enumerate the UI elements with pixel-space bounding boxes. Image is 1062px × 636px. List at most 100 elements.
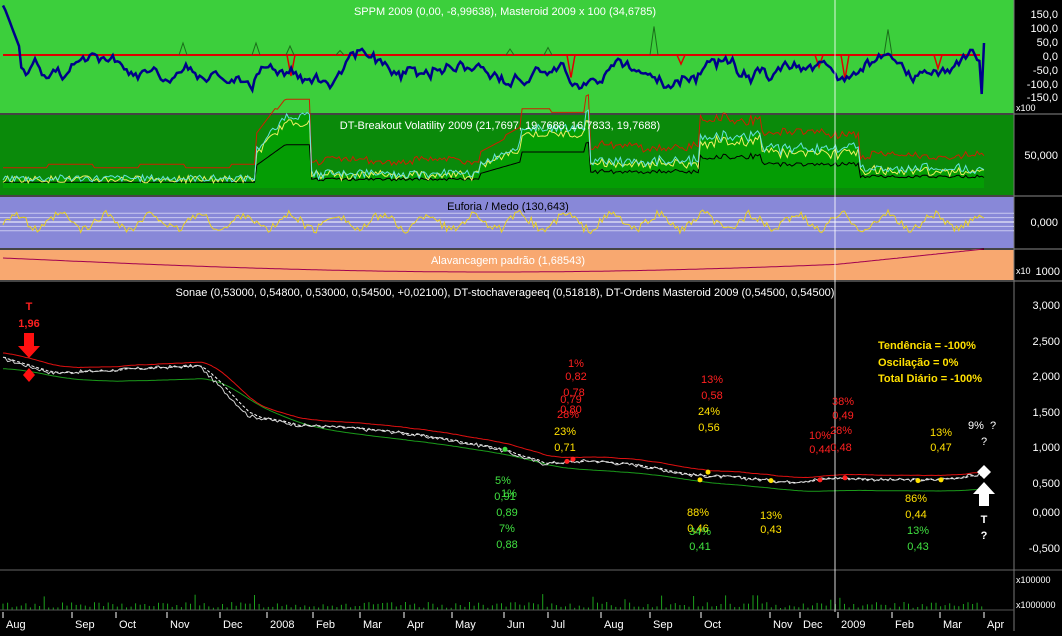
x-tick-label: Apr <box>987 619 1004 631</box>
x-tick-label: Jun <box>507 619 525 631</box>
sppm-y-tick: 0,0 <box>1043 51 1058 63</box>
x-tick-label: May <box>455 619 476 631</box>
price-y-tick: 0,500 <box>1032 478 1060 490</box>
euforia-title: Euforia / Medo (130,643) <box>447 201 569 213</box>
annotation-label: 13% <box>907 525 929 537</box>
end-marker-q: ? <box>981 530 988 542</box>
order-dot <box>697 477 703 483</box>
annotation-label: 0,43 <box>907 541 928 553</box>
order-dot <box>570 456 576 462</box>
sppm-y-tick: 150,0 <box>1030 9 1058 21</box>
info-oscilacao: Oscilação = 0% <box>878 357 959 369</box>
breakout-title: DT-Breakout Volatility 2009 (21,7697, 19… <box>340 120 660 132</box>
price-y-tick: 1,500 <box>1032 407 1060 419</box>
x-tick-label: Sep <box>75 619 95 631</box>
annotation-label: 38% <box>832 396 854 408</box>
annotation-label: 34% <box>689 526 711 538</box>
x-tick-label: 2008 <box>270 619 294 631</box>
order-dot <box>817 477 823 483</box>
annotation-label: 9% <box>968 420 984 432</box>
start-marker-label: T <box>26 301 33 313</box>
sppm-y-tick: 50,0 <box>1037 37 1058 49</box>
sppm-y-tick: -50,0 <box>1033 65 1058 77</box>
order-dot <box>502 446 508 452</box>
annotation-label: 28% <box>557 409 579 421</box>
euforia-y-tick: 0,000 <box>1030 217 1058 229</box>
annotation-label: 1% <box>568 358 584 370</box>
price-y-tick: -0,500 <box>1029 543 1060 555</box>
breakout-y-tick: 50,000 <box>1024 150 1058 162</box>
x-tick-label: Mar <box>363 619 382 631</box>
annotation-label: 7% <box>499 523 515 535</box>
x-tick-label: Apr <box>407 619 424 631</box>
annotation-label: 13% <box>760 510 782 522</box>
x-tick-label: Sep <box>653 619 673 631</box>
annotation-label: 86% <box>905 493 927 505</box>
annotation-label: 0,88 <box>496 539 517 551</box>
x-tick-label: Aug <box>604 619 624 631</box>
annotation-label: 13% <box>701 374 723 386</box>
alav-scale-note: x10 <box>1016 266 1031 276</box>
info-total-diario: Total Diário = -100% <box>878 373 982 385</box>
annotation-label: 1% <box>501 488 517 500</box>
x-tick-label: Oct <box>119 619 136 631</box>
annotation-label: 10% <box>809 430 831 442</box>
volume-scale-note: x100000 <box>1016 575 1051 585</box>
x-tick-label: Mar <box>943 619 962 631</box>
x-tick-label: Nov <box>773 619 793 631</box>
annotation-label: 0,58 <box>701 390 722 402</box>
end-marker-label: T <box>981 514 988 526</box>
sppm-y-tick: 100,0 <box>1030 23 1058 35</box>
annotation-label: 0,82 <box>565 371 586 383</box>
annotation-label: 0,56 <box>698 422 719 434</box>
annotation-label: 24% <box>698 406 720 418</box>
start-marker-value: 1,96 <box>18 318 39 330</box>
order-dot <box>842 475 848 481</box>
annotation-label: 0,47 <box>930 442 951 454</box>
annotation-label: 88% <box>687 507 709 519</box>
x-tick-label: Oct <box>704 619 721 631</box>
x-tick-label: 2009 <box>841 619 865 631</box>
annotation-label: 13% <box>930 427 952 439</box>
annotation-label: 0,44 <box>905 509 926 521</box>
annotation-label: 0,43 <box>760 524 781 536</box>
price-title: Sonae (0,53000, 0,54800, 0,53000, 0,5450… <box>176 287 835 299</box>
x-tick-label: Dec <box>803 619 823 631</box>
x-tick-label: Feb <box>895 619 914 631</box>
annotation-label: 28% <box>830 425 852 437</box>
alavancagem-title: Alavancagem padrão (1,68543) <box>431 255 585 267</box>
annotation-label: 0,48 <box>830 442 851 454</box>
chart-window: 150,0 100,0 50,0 0,0 -50,0 -100,0 -150,0 50,000… <box>0 0 1062 631</box>
sppm-y-tick: -100,0 <box>1027 79 1058 91</box>
annotation-label: 23% <box>554 426 576 438</box>
price-y-tick: 3,000 <box>1032 300 1060 312</box>
annotation-label: 0,89 <box>496 507 517 519</box>
annotation-label: 5% <box>495 475 511 487</box>
x-tick-label: Jul <box>551 619 565 631</box>
order-dot <box>564 458 570 464</box>
order-dot <box>938 477 944 483</box>
sppm-title: SPPM 2009 (0,00, -8,99638), Masteroid 20… <box>354 6 656 18</box>
order-dot <box>915 478 921 484</box>
price-y-tick: 0,000 <box>1032 507 1060 519</box>
annotation-label: ? <box>981 436 987 448</box>
sppm-scale-note: x100 <box>1016 103 1036 113</box>
annotation-label: 0,44 <box>809 444 830 456</box>
annotation-label: ? <box>990 420 996 432</box>
x-tick-label: Nov <box>170 619 190 631</box>
annotation-label: 0,71 <box>554 442 575 454</box>
alavancagem-y-tick: 1000 <box>1036 266 1060 278</box>
chart-canvas: 150,0100,050,00,0-50,0-100,0-150,050,000… <box>0 0 1062 631</box>
annotation-label: 0,41 <box>689 541 710 553</box>
x-tick-label: Aug <box>6 619 26 631</box>
volume-scale-note: x1000000 <box>1016 600 1056 610</box>
price-y-tick: 2,500 <box>1032 336 1060 348</box>
price-y-tick: 2,000 <box>1032 371 1060 383</box>
x-tick-label: Feb <box>316 619 335 631</box>
annotation-label: 0,49 <box>832 410 853 422</box>
price-y-tick: 1,000 <box>1032 442 1060 454</box>
order-dot <box>768 478 774 484</box>
x-tick-label: Dec <box>223 619 243 631</box>
info-tendencia: Tendência = -100% <box>878 340 976 352</box>
order-dot <box>705 469 711 475</box>
